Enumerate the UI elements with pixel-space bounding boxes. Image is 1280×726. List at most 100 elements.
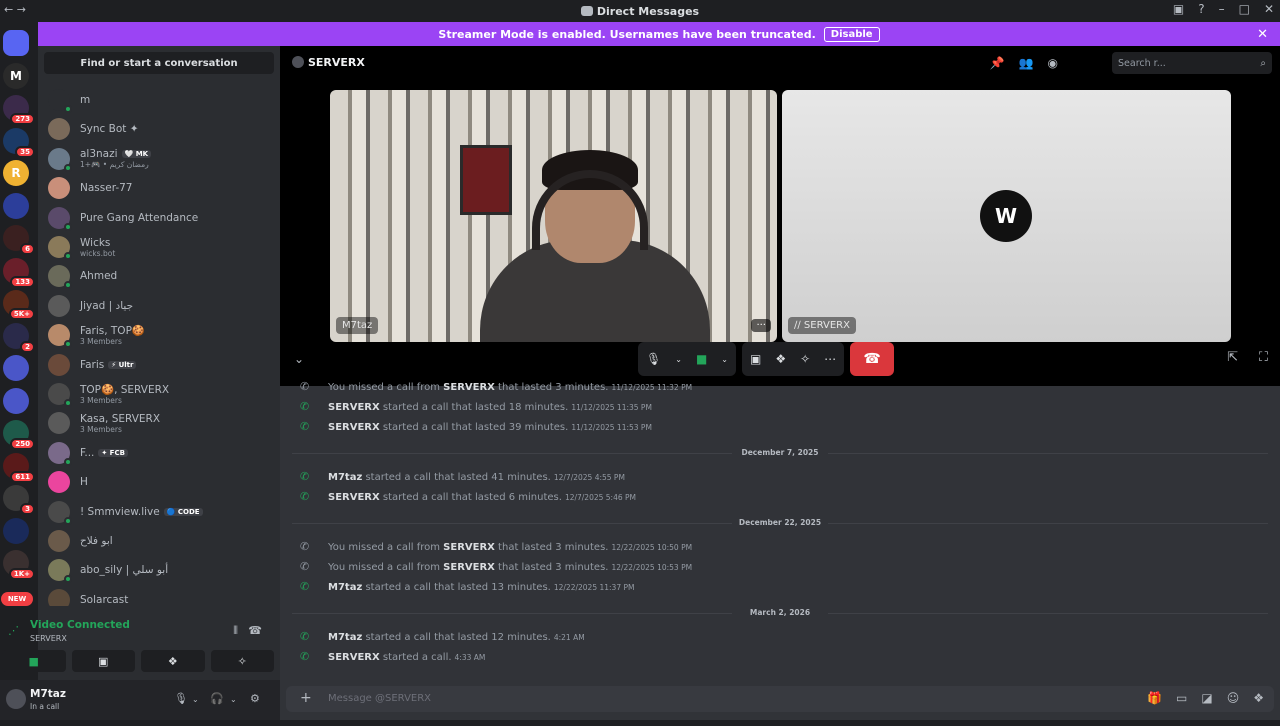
fullscreen-icon[interactable]: ⛶ <box>1259 350 1268 365</box>
dm-list-item[interactable]: Wicks wicks.bot <box>48 233 274 261</box>
server-icon[interactable] <box>3 387 29 414</box>
dm-list-item[interactable]: Jiyad | جياد <box>48 292 274 320</box>
server-icon[interactable]: 250 <box>3 420 35 450</box>
disable-streamer-button[interactable]: Disable <box>823 26 880 42</box>
dm-list-item[interactable]: TOP🍪, SERVERX 3 Members <box>48 380 274 408</box>
server-icon[interactable]: 5K+ <box>3 290 35 320</box>
dm-list-item[interactable]: ابو فلاح <box>48 527 274 555</box>
noise-suppression-icon[interactable]: ⦀ <box>233 624 238 638</box>
mic-chevron-icon[interactable]: ⌄ <box>675 355 682 364</box>
screen-share-icon[interactable]: ▣ <box>750 352 761 366</box>
dm-list-item[interactable]: al3nazi 🤍 MK رمضان كريم • 🎮+1 <box>48 145 274 173</box>
dm-list-item[interactable]: Faris, TOP🍪 3 Members <box>48 321 274 349</box>
search-input[interactable]: Search r... ⌕ <box>1112 52 1272 74</box>
audio-options-chevron-icon[interactable]: ⌄ <box>230 695 237 704</box>
server-icon[interactable]: 133 <box>3 257 35 288</box>
voice-status[interactable]: Video Connected <box>30 619 130 631</box>
soundboard-button[interactable]: ✧ <box>210 650 274 672</box>
soundboard-icon[interactable]: ✧ <box>800 352 810 366</box>
dm-list-item[interactable]: Ahmed <box>48 262 274 290</box>
server-icon[interactable]: 1K+ <box>3 550 35 580</box>
dm-list-item[interactable]: ! Smmview.live 🔵 CODE <box>48 498 274 526</box>
server-icon[interactable] <box>3 355 29 381</box>
dm-list-item[interactable]: Sync Bot ✦ <box>48 115 274 143</box>
phone-icon: ✆ <box>300 580 310 593</box>
dm-name: F... ✦ FCB <box>80 447 128 459</box>
close-banner-icon[interactable]: ✕ <box>1257 27 1268 42</box>
video-tile-m7taz[interactable]: M7taz ··· <box>330 90 777 342</box>
gift-icon[interactable]: 🎁 <box>1147 691 1162 705</box>
dm-list-item[interactable]: F... ✦ FCB <box>48 439 274 467</box>
dm-list-item[interactable]: Nasser-77 <box>48 174 274 202</box>
attach-plus-icon[interactable]: + <box>300 690 312 706</box>
mic-options-chevron-icon[interactable]: ⌄ <box>192 695 199 704</box>
camera-chevron-icon[interactable]: ⌄ <box>721 355 728 364</box>
pin-icon[interactable]: 📌 <box>990 56 1005 70</box>
sticker-icon[interactable]: ◪ <box>1201 691 1212 705</box>
call-message: ✆ M7taz started a call that lasted 13 min… <box>300 580 634 593</box>
tile-more-icon[interactable]: ··· <box>751 319 771 332</box>
gif-icon[interactable]: ▭ <box>1176 691 1187 705</box>
caller-name[interactable]: M7taz <box>328 632 362 643</box>
help-icon[interactable]: ? <box>1198 2 1204 16</box>
caller-name[interactable]: SERVERX <box>443 382 495 393</box>
emoji-icon[interactable]: ☺ <box>1227 691 1240 705</box>
mic-icon[interactable]: 🎙 <box>646 352 661 366</box>
maximize-icon[interactable]: □ <box>1239 2 1250 16</box>
caller-name[interactable]: SERVERX <box>443 562 495 573</box>
server-icon[interactable]: 611 <box>3 452 35 483</box>
dm-list-item[interactable]: H <box>48 468 274 496</box>
apps-icon[interactable]: ❖ <box>1253 691 1264 705</box>
close-window-icon[interactable]: ✕ <box>1264 2 1274 16</box>
minimize-icon[interactable]: – <box>1219 2 1225 16</box>
online-status-dot <box>64 252 72 260</box>
share-screen-button[interactable]: ▣ <box>71 650 135 672</box>
camera-icon[interactable]: ■ <box>696 352 707 366</box>
inbox-icon[interactable]: ▣ <box>1173 2 1184 16</box>
collapse-chevron-icon[interactable]: ⌄ <box>294 352 304 366</box>
discord-home-icon[interactable] <box>3 30 29 56</box>
hang-up-button[interactable]: ☎ <box>850 342 895 376</box>
server-icon[interactable]: 35 <box>3 127 35 158</box>
settings-gear-icon[interactable]: ⚙ <box>250 692 260 705</box>
activities-button[interactable]: ❖ <box>141 650 205 672</box>
server-icon[interactable]: R <box>3 160 29 186</box>
caller-name[interactable]: SERVERX <box>328 422 380 433</box>
dm-list-item[interactable]: Solarcast <box>48 586 274 606</box>
server-icon[interactable] <box>3 517 29 544</box>
toggle-video-button[interactable]: ■ <box>2 650 66 672</box>
server-icon[interactable]: 273 <box>3 95 35 125</box>
caller-name[interactable]: M7taz <box>328 472 362 483</box>
server-icon[interactable]: 2 <box>3 322 35 353</box>
profile-icon[interactable]: ◉ <box>1048 56 1058 70</box>
dm-list-item[interactable]: Pure Gang Attendance <box>48 204 274 232</box>
caller-name[interactable]: SERVERX <box>328 492 380 503</box>
caller-name[interactable]: SERVERX <box>328 652 380 663</box>
find-conversation-button[interactable]: Find or start a conversation <box>44 52 274 74</box>
server-icon[interactable]: M <box>3 62 29 89</box>
avatar <box>48 265 72 290</box>
microphone-icon[interactable]: 🎙 <box>174 692 188 705</box>
dm-list-item[interactable]: Kasa, SERVERX 3 Members <box>48 409 274 437</box>
dm-list-item[interactable]: m <box>48 86 274 114</box>
add-friend-icon[interactable]: 👥 <box>1019 56 1034 70</box>
more-options-icon[interactable]: ⋯ <box>824 352 836 366</box>
dm-list-item[interactable]: abo_sily | أبو سلي <box>48 556 274 584</box>
caller-name[interactable]: M7taz <box>328 582 362 593</box>
new-servers-pill[interactable]: NEW <box>1 592 33 606</box>
activities-icon[interactable]: ❖ <box>775 352 786 366</box>
server-icon[interactable]: 3 <box>3 485 35 515</box>
video-tile-serverx[interactable]: W ∕∕ SERVERX <box>782 90 1231 342</box>
headphones-icon[interactable]: 🎧 <box>210 692 224 705</box>
dm-list-item[interactable]: Faris ⚡ Ultr <box>48 351 274 379</box>
user-avatar[interactable] <box>6 689 26 709</box>
server-icon[interactable]: 6 <box>3 225 35 255</box>
message-composer[interactable]: + Message @SERVERX 🎁 ▭ ◪ ☺ ❖ <box>286 686 1274 712</box>
server-icon[interactable] <box>3 192 29 219</box>
caller-name[interactable]: SERVERX <box>443 542 495 553</box>
avatar <box>48 412 70 435</box>
caller-name[interactable]: SERVERX <box>328 402 380 413</box>
popout-icon[interactable]: ⇱ <box>1227 350 1238 365</box>
disconnect-icon[interactable]: ☎ <box>248 624 262 637</box>
user-name[interactable]: M7taz <box>30 688 66 700</box>
